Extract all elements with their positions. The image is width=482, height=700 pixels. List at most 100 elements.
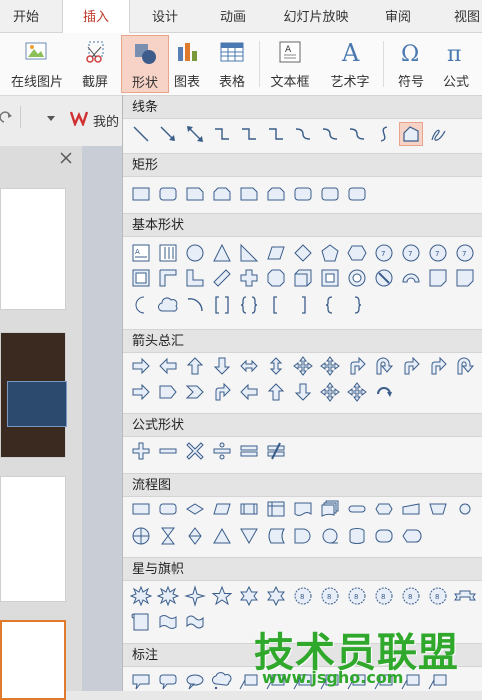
doc-label[interactable]: 我的 xyxy=(93,111,119,130)
shape-starN-icon[interactable]: 8 xyxy=(427,585,449,607)
shape-starN-icon[interactable]: 8 xyxy=(400,585,422,607)
shape-num-icon[interactable]: 7 xyxy=(427,242,449,264)
shape-eq-icon[interactable] xyxy=(238,440,260,462)
shape-ar-chev-icon[interactable] xyxy=(184,381,206,403)
shape-lbrk-icon[interactable] xyxy=(265,294,287,316)
shape-ar-4-icon[interactable] xyxy=(319,381,341,403)
shape-ar-uturn-icon[interactable] xyxy=(454,355,476,377)
shape-callout-o-icon[interactable] xyxy=(184,671,206,693)
shape-lbrc-icon[interactable] xyxy=(319,294,341,316)
shape-line-icon[interactable] xyxy=(130,123,152,145)
shape-rtri-icon[interactable] xyxy=(238,242,260,264)
shape-star6-icon[interactable] xyxy=(265,585,287,607)
shape-textbox-icon[interactable]: A xyxy=(130,242,152,264)
shape-bevel-icon[interactable] xyxy=(319,267,341,289)
shape-starN-icon[interactable]: 8 xyxy=(319,585,341,607)
shape-lshape-icon[interactable] xyxy=(184,267,206,289)
dropdown-arrow-icon[interactable] xyxy=(45,112,57,124)
shape-ar-lr-icon[interactable] xyxy=(238,355,260,377)
slide-thumbnail[interactable] xyxy=(0,332,67,458)
shape-rrect-icon[interactable] xyxy=(292,183,314,205)
shape-ribbon-icon[interactable] xyxy=(454,585,476,607)
shape-starN-icon[interactable]: 8 xyxy=(373,585,395,607)
shape-starN-icon[interactable]: 8 xyxy=(292,585,314,607)
shape-half-icon[interactable] xyxy=(157,267,179,289)
shape-ar-r-icon[interactable] xyxy=(130,355,152,377)
slide-thumbnail[interactable] xyxy=(0,188,66,310)
shape-rbrk-icon[interactable] xyxy=(292,294,314,316)
shape-ar-ud-icon[interactable] xyxy=(265,355,287,377)
shape-arcl-icon[interactable] xyxy=(184,294,206,316)
shape-diamond-icon[interactable] xyxy=(292,242,314,264)
shape-star4-icon[interactable] xyxy=(184,585,206,607)
shape-rbrc-icon[interactable] xyxy=(346,294,368,316)
shape-scurve-icon[interactable] xyxy=(373,123,395,145)
shape-starburst-icon[interactable] xyxy=(157,585,179,607)
shape-cube-icon[interactable] xyxy=(292,267,314,289)
shape-ar-r-icon[interactable] xyxy=(130,381,152,403)
textbox-button[interactable]: A 文本框 xyxy=(262,35,318,93)
shape-ar-d-icon[interactable] xyxy=(292,381,314,403)
shape-star6-icon[interactable] xyxy=(238,585,260,607)
shape-scroll-icon[interactable] xyxy=(130,611,152,633)
shape-wave-icon[interactable] xyxy=(157,611,179,633)
shape-num-icon[interactable]: 7 xyxy=(373,242,395,264)
shape-fl-term-icon[interactable] xyxy=(346,498,368,520)
shape-fl-mop-icon[interactable] xyxy=(427,498,449,520)
redo-icon[interactable] xyxy=(0,110,14,126)
shape-callout-r-icon[interactable] xyxy=(157,671,179,693)
shape-donut-icon[interactable] xyxy=(346,267,368,289)
shape-fl-proc-icon[interactable] xyxy=(130,498,152,520)
shape-fl-sort-icon[interactable] xyxy=(184,525,206,547)
shape-fl-man-icon[interactable] xyxy=(400,498,422,520)
shape-fl-merge-icon[interactable] xyxy=(238,525,260,547)
shape-vtext-icon[interactable] xyxy=(157,242,179,264)
shape-ar-l-icon[interactable] xyxy=(238,381,260,403)
shape-fl-int-icon[interactable] xyxy=(265,498,287,520)
shape-para-icon[interactable] xyxy=(265,242,287,264)
shape-oval-icon[interactable] xyxy=(184,242,206,264)
shape-fl-disk-icon[interactable] xyxy=(346,525,368,547)
shape-fl-pre-icon[interactable] xyxy=(238,498,260,520)
shape-ar-u-icon[interactable] xyxy=(184,355,206,377)
shape-ar-4-icon[interactable] xyxy=(346,381,368,403)
shape-brc-icon[interactable] xyxy=(238,294,260,316)
tab-slideshow[interactable]: 幻灯片放映 xyxy=(274,0,358,32)
shape-snip2-icon[interactable] xyxy=(265,183,287,205)
table-button[interactable]: 表格 xyxy=(208,35,256,93)
shape-starN-icon[interactable]: 8 xyxy=(346,585,368,607)
shape-fl-alt-icon[interactable] xyxy=(157,498,179,520)
shapes-button[interactable]: 形状 xyxy=(121,35,169,93)
shape-dblarrow-icon[interactable] xyxy=(184,123,206,145)
tab-design[interactable]: 设计 xyxy=(138,0,192,32)
shape-pent-icon[interactable] xyxy=(319,242,341,264)
shape-snip-icon[interactable] xyxy=(184,183,206,205)
shape-fold-icon[interactable] xyxy=(427,267,449,289)
shape-cloud-icon[interactable] xyxy=(157,294,179,316)
shape-circ-ar-icon[interactable] xyxy=(373,381,395,403)
shape-fold-icon[interactable] xyxy=(454,267,476,289)
shape-fl-data-icon[interactable] xyxy=(211,498,233,520)
shape-fl-coll-icon[interactable] xyxy=(157,525,179,547)
shape-callout-c-icon[interactable] xyxy=(211,671,233,693)
shape-freeform-icon[interactable] xyxy=(399,122,423,146)
shape-cross-icon[interactable] xyxy=(238,267,260,289)
slide-thumbnail[interactable] xyxy=(0,476,66,602)
shape-fl-del-icon[interactable] xyxy=(292,525,314,547)
shape-ar-bent-icon[interactable] xyxy=(211,381,233,403)
tab-view[interactable]: 视图 xyxy=(440,0,482,32)
shape-arc-icon[interactable] xyxy=(400,267,422,289)
shape-scribble-icon[interactable] xyxy=(427,123,449,145)
shape-fl-stor-icon[interactable] xyxy=(265,525,287,547)
shape-arrowline-icon[interactable] xyxy=(157,123,179,145)
shape-elbow-icon[interactable] xyxy=(238,123,260,145)
tab-home[interactable]: 开始 xyxy=(0,0,52,32)
online-picture-button[interactable]: 在线图片 xyxy=(6,35,68,93)
shape-moon-icon[interactable] xyxy=(130,294,152,316)
shape-rrect-icon[interactable] xyxy=(346,183,368,205)
shape-snip-icon[interactable] xyxy=(238,183,260,205)
shape-star5-icon[interactable] xyxy=(211,585,233,607)
shape-fl-doc-icon[interactable] xyxy=(292,498,314,520)
shape-elbow-icon[interactable] xyxy=(265,123,287,145)
shape-callout-icon[interactable] xyxy=(130,671,152,693)
